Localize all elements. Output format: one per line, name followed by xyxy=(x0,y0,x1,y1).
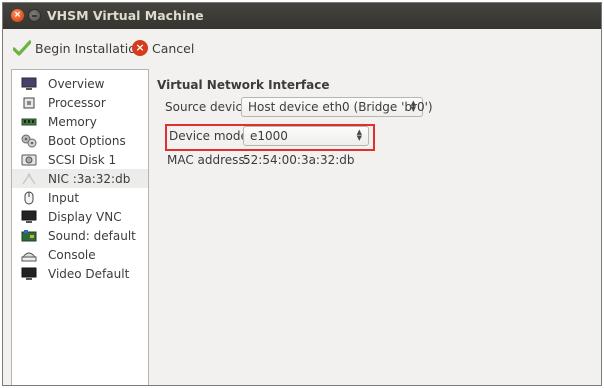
sidebar-item-label: Memory xyxy=(48,114,97,129)
window-close-button[interactable]: × xyxy=(11,9,24,22)
sidebar-item-overview[interactable]: Overview xyxy=(12,74,148,93)
video-icon xyxy=(21,267,37,281)
mac-address-value: 52:54:00:3a:32:db xyxy=(243,153,355,167)
cpu-icon xyxy=(21,96,37,110)
sidebar-item-label: Overview xyxy=(48,76,105,91)
sidebar-item-label: Video Default xyxy=(48,266,130,281)
sidebar-item-label: SCSI Disk 1 xyxy=(48,152,117,167)
spin-arrows-icon: ▲ ▼ xyxy=(356,128,362,142)
hardware-list: Overview Processor Memory Boot Options S xyxy=(11,69,149,385)
begin-installation-label: Begin Installation xyxy=(35,40,144,56)
panel-title: Virtual Network Interface xyxy=(157,78,330,92)
device-model-value: e1000 xyxy=(250,129,288,143)
disk-icon xyxy=(21,153,37,167)
sidebar-item-memory[interactable]: Memory xyxy=(12,112,148,131)
title-bar: × VHSM Virtual Machine xyxy=(3,3,601,29)
source-device-value: Host device eth0 (Bridge 'br0') xyxy=(248,100,433,114)
cancel-button[interactable]: × Cancel xyxy=(132,38,194,58)
sidebar-item-console[interactable]: Console xyxy=(12,245,148,264)
display-icon xyxy=(21,210,37,224)
monitor-icon xyxy=(21,77,37,91)
mouse-icon xyxy=(21,191,37,205)
toolbar: Begin Installation × Cancel xyxy=(3,29,601,65)
sidebar-item-sound[interactable]: Sound: default xyxy=(12,226,148,245)
sidebar-item-label: Display VNC xyxy=(48,209,122,224)
gears-icon xyxy=(21,134,37,148)
sidebar-item-boot-options[interactable]: Boot Options xyxy=(12,131,148,150)
sidebar-item-label: Console xyxy=(48,247,96,262)
console-icon xyxy=(21,248,37,262)
sidebar-item-display-vnc[interactable]: Display VNC xyxy=(12,207,148,226)
network-icon xyxy=(21,172,37,186)
spin-arrows-icon: ▲ ▼ xyxy=(410,99,416,113)
sidebar-item-nic[interactable]: NIC :3a:32:db xyxy=(12,169,148,188)
sidebar-item-label: Processor xyxy=(48,95,106,110)
sidebar-item-processor[interactable]: Processor xyxy=(12,93,148,112)
cancel-icon: × xyxy=(132,40,148,56)
vm-details-window: × VHSM Virtual Machine Begin Installatio… xyxy=(2,2,602,386)
sidebar-item-label: Input xyxy=(48,190,80,205)
sidebar-item-label: Sound: default xyxy=(48,228,136,243)
sidebar-item-label: Boot Options xyxy=(48,133,126,148)
memory-icon xyxy=(21,115,37,129)
device-model-select[interactable]: e1000 ▲ ▼ xyxy=(243,126,369,146)
sidebar-item-label: NIC :3a:32:db xyxy=(48,171,131,186)
cancel-label: Cancel xyxy=(152,40,195,56)
begin-installation-button[interactable]: Begin Installation xyxy=(13,38,144,58)
window-minimize-button[interactable] xyxy=(28,9,41,22)
sidebar-item-video[interactable]: Video Default xyxy=(12,264,148,283)
checkmark-icon xyxy=(13,40,31,56)
source-device-select[interactable]: Host device eth0 (Bridge 'br0') ▲ ▼ xyxy=(241,97,433,117)
sound-icon xyxy=(21,229,37,243)
sidebar-item-input[interactable]: Input xyxy=(12,188,148,207)
mac-address-label: MAC address: xyxy=(167,153,249,167)
window-title: VHSM Virtual Machine xyxy=(47,8,204,23)
sidebar-item-scsi-disk[interactable]: SCSI Disk 1 xyxy=(12,150,148,169)
